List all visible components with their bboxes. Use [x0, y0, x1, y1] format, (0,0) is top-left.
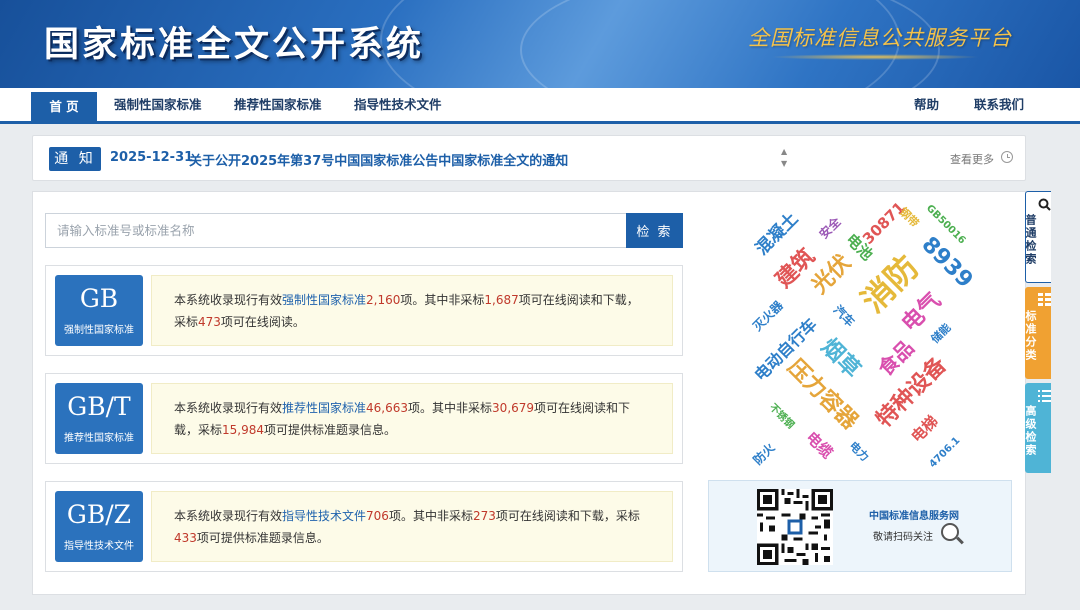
site-header: 国家标准全文公开系统 全国标准信息公共服务平台 [0, 0, 1080, 88]
cloud-keyword[interactable]: 汽车 [831, 303, 858, 330]
search-icon [1038, 198, 1051, 211]
standard-type-tile[interactable]: GB/Z 指导性技术文件 [55, 491, 143, 562]
total-count: 2,160 [366, 293, 401, 307]
summary-text: 本系统收录现行有效 [174, 509, 283, 523]
keyword-cloud: 混凝土 安全 30871 钢带 GB50016 电池 8939 建筑 光伏 消防… [708, 198, 978, 472]
summary-text: 项。其中非采标 [400, 293, 485, 307]
total-count: 46,663 [366, 401, 409, 415]
side-tab-advanced-search[interactable]: 高级检索 [1024, 383, 1051, 473]
site-title: 国家标准全文公开系统 [44, 25, 425, 65]
adopted-count: 15,984 [222, 423, 265, 437]
total-count: 706 [366, 509, 389, 523]
qr-title: 中国标准信息服务网 [869, 511, 959, 522]
platform-slogan: 全国标准信息公共服务平台 [748, 26, 1012, 50]
qr-promo: 中国标准信息服务网 敬请扫码关注 [708, 480, 1012, 572]
clock-icon [1001, 151, 1013, 163]
summary-text: 项可在线阅读。 [220, 315, 305, 329]
standard-type-label: 推荐性国家标准 [64, 433, 134, 444]
cloud-keyword[interactable]: 食品 [873, 335, 918, 380]
cloud-keyword[interactable]: 安全 [817, 215, 844, 242]
notice-badge: 通 知 [49, 147, 101, 171]
adopted-count: 433 [174, 531, 197, 545]
cloud-keyword[interactable]: 储能 [929, 321, 954, 346]
slogan-underline [770, 54, 980, 60]
nav-mandatory-standards[interactable]: 强制性国家标准 [114, 88, 202, 121]
summary-text: 项。其中非采标 [388, 509, 473, 523]
notice-date: 2025-12-31 [110, 150, 194, 165]
non-adopted-count: 273 [472, 509, 496, 523]
standard-card-gb: GB 强制性国家标准 本系统收录现行有效强制性国家标准2,160项。其中非采标1… [45, 265, 683, 356]
qr-subtitle: 敬请扫码关注 [873, 532, 933, 543]
side-tab-label: 高级检索 [1024, 405, 1037, 457]
grid-icon [1038, 293, 1051, 306]
chevron-up-icon[interactable]: ▲ [781, 146, 787, 158]
notice-link[interactable]: 关于公开2025年第37号中国国家标准公告中国家标准全文的通知 [189, 150, 568, 169]
nav-home[interactable]: 首 页 [31, 92, 97, 121]
summary-text: 项。其中非采标 [408, 401, 493, 415]
cloud-keyword[interactable]: 防火 [751, 441, 778, 468]
standard-type-tile[interactable]: GB 强制性国家标准 [55, 275, 143, 346]
side-tab-label: 标准分类 [1024, 310, 1037, 362]
nav-guidance-documents[interactable]: 指导性技术文件 [354, 88, 442, 121]
standard-type-label: 强制性国家标准 [64, 325, 134, 336]
cloud-keyword[interactable]: 电缆 [802, 428, 836, 462]
cloud-keyword[interactable]: 烟草 [816, 334, 865, 383]
cloud-keyword[interactable]: 不锈钢 [767, 402, 796, 431]
non-adopted-count: 30,679 [492, 401, 535, 415]
standard-summary: 本系统收录现行有效指导性技术文件706项。其中非采标273项可在线阅读和下载，采… [151, 491, 673, 562]
cloud-keyword[interactable]: 电梯 [908, 412, 942, 446]
standard-summary: 本系统收录现行有效强制性国家标准2,160项。其中非采标1,687项可在线阅读和… [151, 275, 673, 346]
cloud-keyword[interactable]: 30871 [859, 198, 909, 248]
qr-code[interactable] [757, 489, 833, 565]
view-more-link[interactable]: 查看更多 [950, 151, 994, 167]
cloud-keyword[interactable]: 电力 [847, 439, 872, 464]
side-tab-basic-search[interactable]: 普通检索 [1024, 191, 1051, 283]
adopted-count: 473 [198, 315, 221, 329]
search-button[interactable]: 检 索 [626, 213, 683, 248]
notice-scroll-arrows[interactable]: ▲ ▼ [781, 146, 787, 170]
standard-code: GB/T [67, 392, 131, 421]
notice-bar: 通 知 2025-12-31 关于公开2025年第37号中国国家标准公告中国家标… [32, 135, 1026, 181]
non-adopted-count: 1,687 [484, 293, 519, 307]
summary-text: 本系统收录现行有效 [174, 401, 283, 415]
side-tab-category[interactable]: 标准分类 [1024, 287, 1051, 379]
standard-code: GB [79, 284, 119, 313]
cloud-keyword[interactable]: 8939 [916, 232, 977, 293]
summary-text: 项可提供标准题录信息。 [196, 531, 329, 545]
main-nav: 首 页 强制性国家标准 推荐性国家标准 指导性技术文件 帮助 联系我们 [0, 88, 1080, 124]
nav-contact[interactable]: 联系我们 [974, 88, 1024, 121]
standard-card-gbz: GB/Z 指导性技术文件 本系统收录现行有效指导性技术文件706项。其中非采标2… [45, 481, 683, 572]
standard-type-tile[interactable]: GB/T 推荐性国家标准 [55, 383, 143, 454]
standard-link[interactable]: 指导性技术文件 [282, 509, 366, 523]
standard-type-label: 指导性技术文件 [64, 541, 134, 552]
cloud-keyword[interactable]: 钢带 [897, 205, 922, 230]
standard-link[interactable]: 推荐性国家标准 [282, 401, 366, 415]
nav-recommended-standards[interactable]: 推荐性国家标准 [234, 88, 322, 121]
magnifier-icon [941, 523, 959, 541]
cloud-keyword[interactable]: 灭火器 [750, 298, 785, 333]
standard-link[interactable]: 强制性国家标准 [282, 293, 366, 307]
search-input[interactable] [45, 213, 627, 248]
standard-summary: 本系统收录现行有效推荐性国家标准46,663项。其中非采标30,679项可在线阅… [151, 383, 673, 454]
summary-text: 项可在线阅读和下载，采标 [495, 509, 640, 523]
list-icon [1038, 390, 1051, 402]
nav-help[interactable]: 帮助 [914, 88, 939, 121]
standard-code: GB/Z [66, 500, 132, 529]
standard-card-gbt: GB/T 推荐性国家标准 本系统收录现行有效推荐性国家标准46,663项。其中非… [45, 373, 683, 464]
chevron-down-icon[interactable]: ▼ [781, 158, 787, 170]
side-tab-label: 普通检索 [1024, 214, 1037, 266]
summary-text: 本系统收录现行有效 [174, 293, 283, 307]
summary-text: 项可提供标准题录信息。 [264, 423, 397, 437]
cloud-keyword[interactable]: 4706.1 [927, 435, 962, 470]
